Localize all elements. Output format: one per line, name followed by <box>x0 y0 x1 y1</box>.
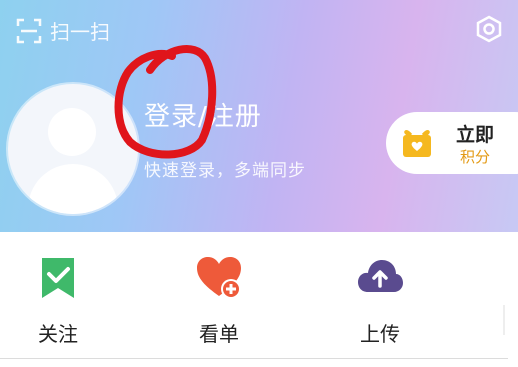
heart-plus-icon <box>197 257 241 299</box>
scan-button[interactable]: 扫一扫 <box>16 16 110 45</box>
action-upload[interactable]: 上传 <box>345 254 415 347</box>
checkin-title: 立即 <box>456 124 495 146</box>
scan-label: 扫一扫 <box>50 20 110 44</box>
gift-icon <box>403 130 431 157</box>
action-follow[interactable]: 关注 <box>23 254 93 347</box>
next-item-edge <box>503 305 505 335</box>
checkin-subtitle: 积分 <box>460 148 491 166</box>
action-follow-label: 关注 <box>38 322 78 346</box>
action-watchlist-label: 看单 <box>199 322 239 346</box>
avatar-head <box>48 108 96 156</box>
settings-icon[interactable] <box>474 14 504 44</box>
annotation-circle <box>114 45 217 159</box>
avatar-body <box>28 164 118 214</box>
scan-icon <box>16 18 42 43</box>
action-watchlist[interactable]: 看单 <box>184 254 254 347</box>
bottom-divider <box>0 358 508 359</box>
check-bookmark-icon <box>42 258 74 298</box>
cloud-upload-icon <box>358 260 403 292</box>
action-upload-label: 上传 <box>360 322 400 346</box>
checkin-pill[interactable]: 立即 积分 <box>386 112 518 174</box>
quick-actions: 关注 看单 上传 <box>0 232 518 362</box>
profile-header: 扫一扫 登录/注册 快速登录，多端同步 立即 积分 <box>0 0 518 232</box>
